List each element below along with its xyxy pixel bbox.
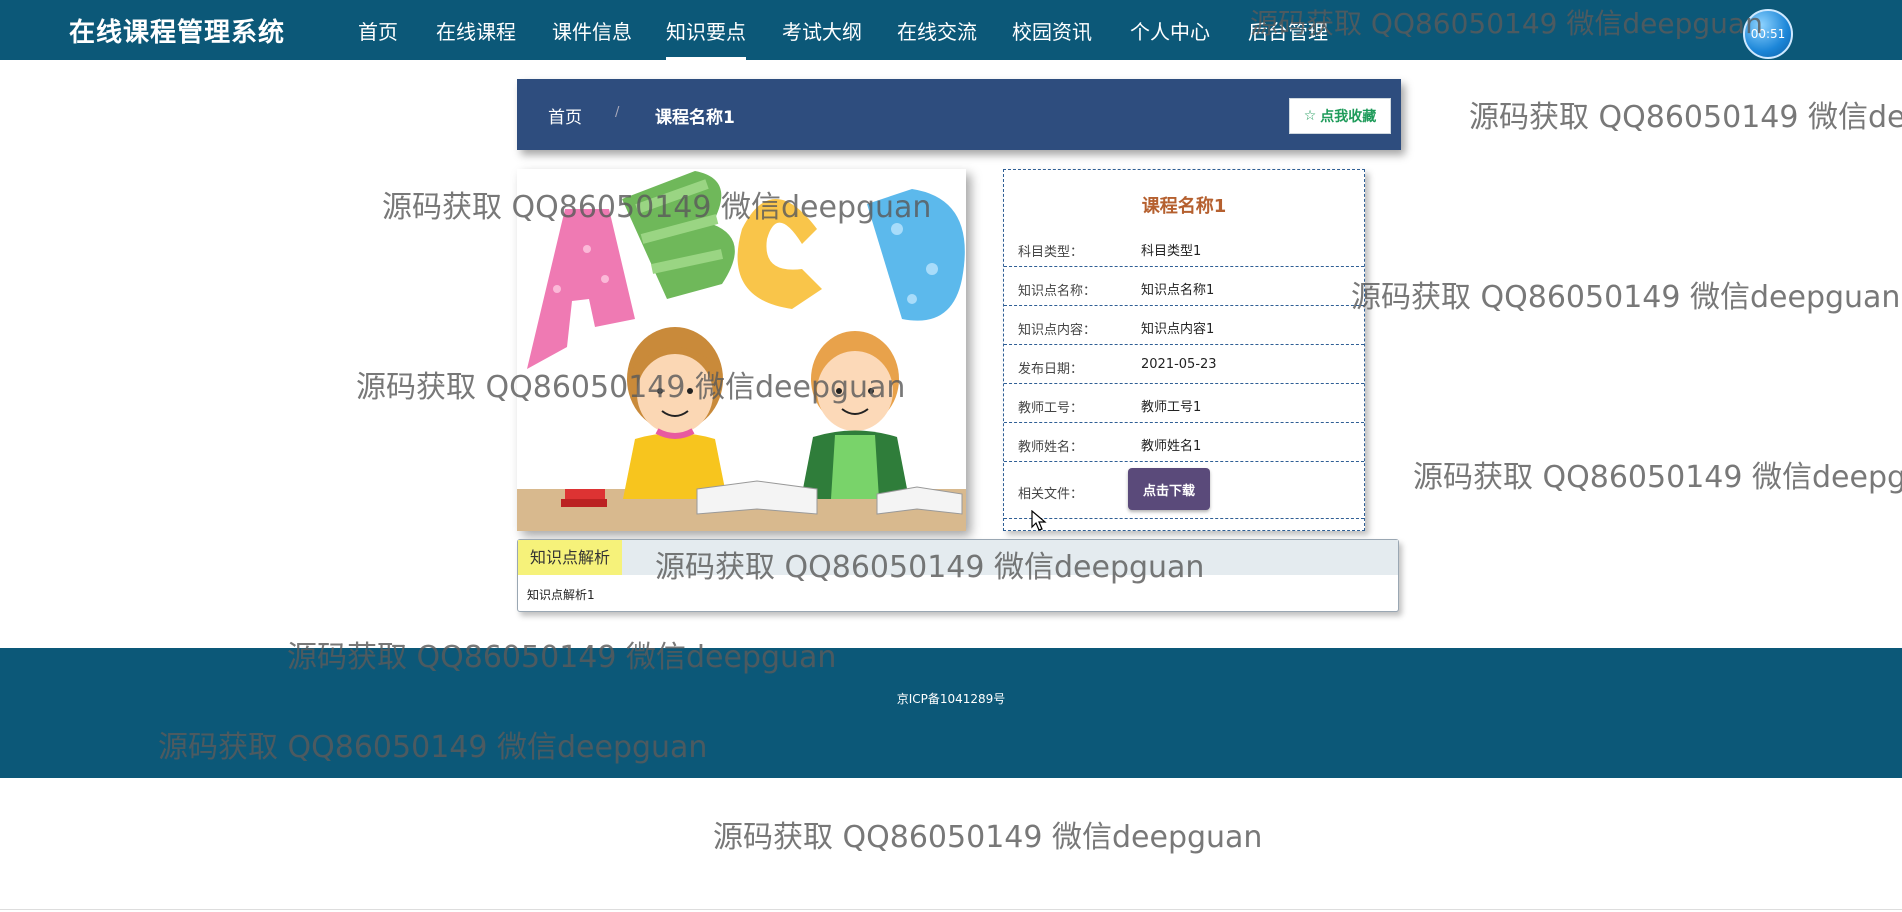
page-divider — [0, 909, 1902, 910]
detail-row-publish-date: 发布日期： 2021-05-23 — [1004, 345, 1364, 384]
nav-home[interactable]: 首页 — [358, 16, 398, 45]
detail-value: 教师工号1 — [1141, 400, 1202, 415]
favorite-button-label: 点我收藏 — [1320, 109, 1377, 125]
course-detail-panel: 课程名称1 科目类型： 科目类型1 知识点名称： 知识点名称1 知识点内容： 知… — [1003, 169, 1365, 531]
nav-exam-syllabus[interactable]: 考试大纲 — [782, 16, 862, 45]
detail-row-file: 相关文件： 点击下载 — [1004, 462, 1364, 519]
detail-value: 教师姓名1 — [1141, 439, 1202, 454]
detail-label: 相关文件： — [1018, 487, 1084, 502]
nav-online-forum[interactable]: 在线交流 — [897, 16, 977, 45]
analysis-header: 知识点解析 — [518, 540, 1398, 575]
detail-label: 科目类型： — [1018, 245, 1084, 260]
knowledge-analysis-panel: 知识点解析 知识点解析1 — [517, 539, 1399, 612]
breadcrumb-home[interactable]: 首页 — [548, 103, 582, 128]
detail-row-teacher-name: 教师姓名： 教师姓名1 — [1004, 423, 1364, 462]
star-outline-icon: ☆ — [1303, 108, 1317, 124]
detail-value: 知识点内容1 — [1141, 322, 1215, 337]
breadcrumb-separator: / — [615, 105, 620, 120]
detail-row-subject-type: 科目类型： 科目类型1 — [1004, 228, 1364, 267]
detail-row-knowledge-name: 知识点名称： 知识点名称1 — [1004, 267, 1364, 306]
detail-value: 2021-05-23 — [1141, 357, 1217, 372]
detail-label: 教师工号： — [1018, 401, 1084, 416]
detail-label: 知识点名称： — [1018, 284, 1097, 299]
watermark: 源码获取 QQ86050149 微信deepguan — [713, 820, 1263, 855]
mouse-cursor-icon — [1031, 510, 1047, 531]
nav-campus-news[interactable]: 校园资讯 — [1012, 16, 1092, 45]
analysis-tab[interactable]: 知识点解析 — [518, 540, 623, 575]
breadcrumb-current: 课程名称1 — [655, 108, 735, 128]
analysis-content: 知识点解析1 — [527, 588, 595, 602]
download-button[interactable]: 点击下载 — [1128, 468, 1210, 510]
nav-knowledge-points[interactable]: 知识要点 — [666, 16, 746, 60]
footer: 京ICP备1041289号 — [0, 648, 1902, 778]
site-brand[interactable]: 在线课程管理系统 — [69, 12, 285, 49]
watermark: 源码获取 QQ86050149 微信deepguan — [1351, 280, 1901, 315]
detail-value: 知识点名称1 — [1141, 283, 1215, 298]
course-cover-image — [517, 169, 966, 531]
detail-label: 发布日期： — [1018, 362, 1084, 377]
nav-online-courses[interactable]: 在线课程 — [436, 16, 516, 45]
nav-personal-center[interactable]: 个人中心 — [1130, 16, 1210, 45]
top-navbar: 在线课程管理系统 首页 在线课程 课件信息 知识要点 考试大纲 在线交流 校园资… — [0, 0, 1902, 60]
user-avatar[interactable]: 00:51 — [1743, 9, 1793, 59]
icp-record: 京ICP备1041289号 — [896, 692, 1006, 706]
detail-row-knowledge-content: 知识点内容： 知识点内容1 — [1004, 306, 1364, 345]
detail-label: 教师姓名： — [1018, 440, 1084, 455]
nav-courseware[interactable]: 课件信息 — [552, 16, 632, 45]
breadcrumb-bar: 首页 / 课程名称1 ☆ 点我收藏 — [517, 79, 1401, 150]
detail-label: 知识点内容： — [1018, 323, 1097, 338]
nav-admin[interactable]: 后台管理 — [1248, 16, 1328, 45]
detail-row-teacher-id: 教师工号： 教师工号1 — [1004, 384, 1364, 423]
watermark: 源码获取 QQ86050149 微信deepguan — [1413, 460, 1902, 495]
detail-title: 课程名称1 — [1141, 196, 1227, 217]
favorite-button[interactable]: ☆ 点我收藏 — [1289, 98, 1391, 134]
detail-value: 科目类型1 — [1141, 244, 1202, 259]
watermark: 源码获取 QQ86050149 微信deepguan — [1469, 100, 1902, 135]
